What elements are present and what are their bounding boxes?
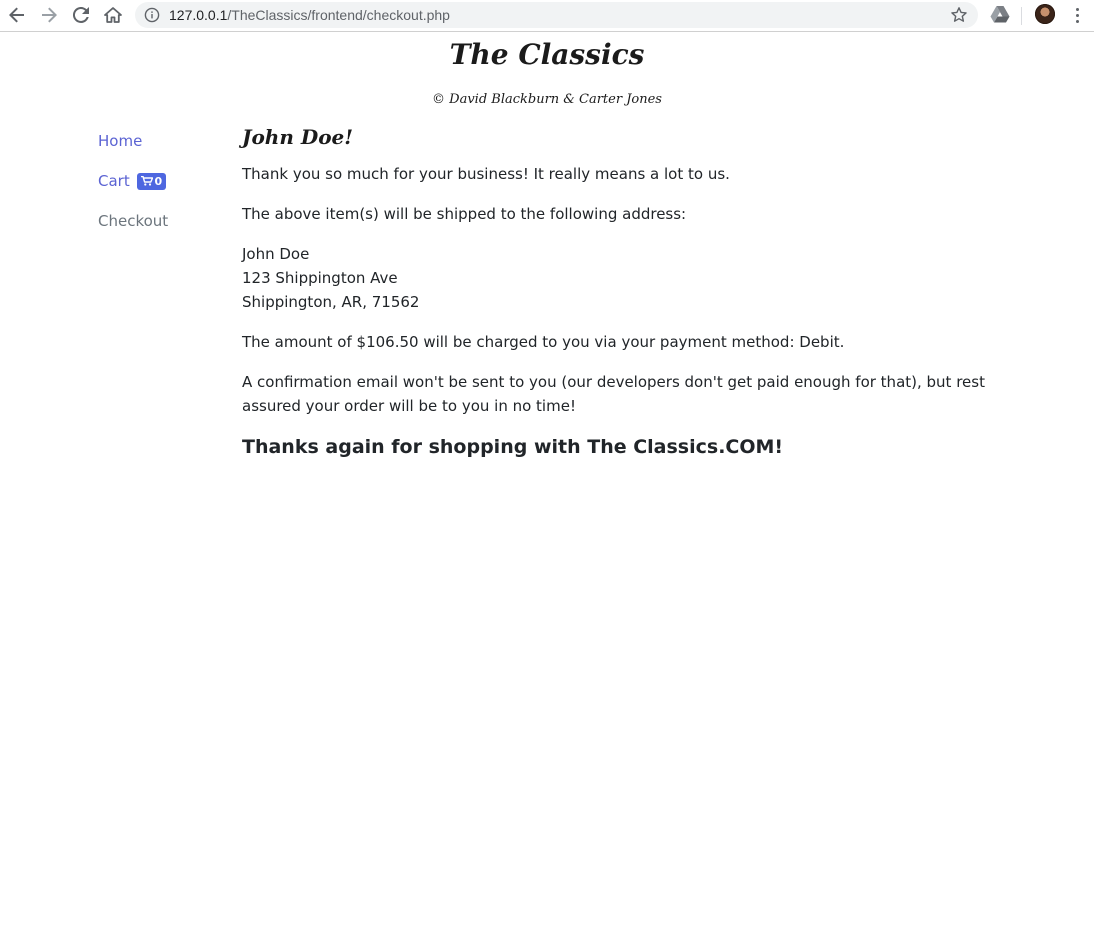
reload-icon[interactable] bbox=[69, 4, 93, 26]
sidebar-item-cart[interactable]: Cart 0 bbox=[98, 170, 167, 192]
info-icon[interactable] bbox=[144, 7, 160, 27]
sidebar-item-home[interactable]: Home bbox=[98, 130, 142, 152]
avatar[interactable] bbox=[1035, 4, 1055, 24]
sidebar-item-label: Cart bbox=[98, 172, 130, 190]
back-arrow-icon[interactable] bbox=[5, 4, 29, 26]
address-name: John Doe bbox=[242, 245, 310, 263]
closing-message: Thanks again for shopping with The Class… bbox=[242, 436, 784, 458]
url-path: /TheClassics/frontend/checkout.php bbox=[227, 7, 450, 23]
site-credits: © David Blackburn & Carter Jones bbox=[432, 92, 662, 107]
address-street: 123 Shippington Ave bbox=[242, 269, 398, 287]
star-icon[interactable] bbox=[950, 6, 968, 28]
browser-toolbar: 127.0.0.1/TheClassics/frontend/checkout.… bbox=[0, 0, 1094, 32]
address-city-line: Shippington, AR, 71562 bbox=[242, 293, 420, 311]
url-text: 127.0.0.1/TheClassics/frontend/checkout.… bbox=[169, 7, 450, 23]
cart-count: 0 bbox=[154, 175, 163, 188]
customer-greeting: John Doe! bbox=[242, 125, 354, 149]
url-host: 127.0.0.1 bbox=[169, 7, 228, 23]
site-title: The Classics bbox=[449, 38, 645, 71]
confirmation-text: A confirmation email won't be sent to yo… bbox=[242, 373, 985, 415]
sidebar-item-checkout[interactable]: Checkout bbox=[98, 210, 168, 232]
menu-dots-icon[interactable] bbox=[1070, 7, 1084, 25]
cart-badge: 0 bbox=[136, 173, 167, 190]
charge-text: The amount of $106.50 will be charged to… bbox=[242, 333, 845, 351]
drive-icon[interactable] bbox=[990, 5, 1010, 27]
thank-you-text: Thank you so much for your business! It … bbox=[242, 165, 730, 183]
shipping-intro-text: The above item(s) will be shipped to the… bbox=[242, 205, 687, 223]
forward-arrow-icon[interactable] bbox=[37, 4, 61, 26]
home-icon[interactable] bbox=[101, 4, 125, 26]
cart-icon bbox=[140, 175, 153, 186]
toolbar-divider bbox=[1021, 7, 1022, 25]
address-bar[interactable]: 127.0.0.1/TheClassics/frontend/checkout.… bbox=[135, 2, 978, 28]
